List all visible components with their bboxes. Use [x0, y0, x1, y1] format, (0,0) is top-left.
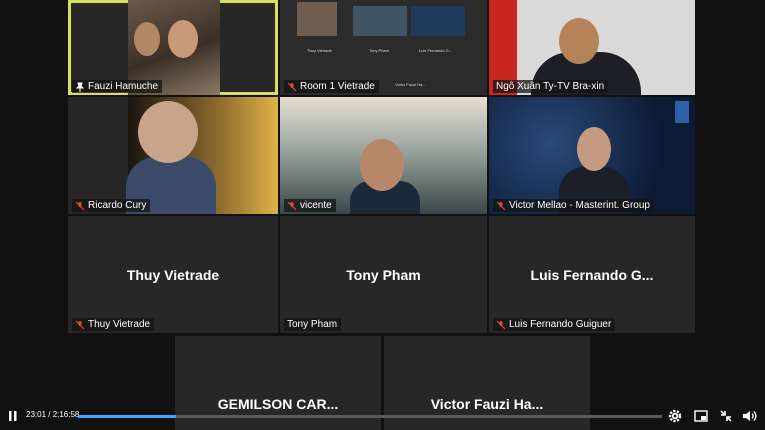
video-tile-room-1-vietrade[interactable]: Thuy Vietrade Tony Pham Luis Fernando G.… [280, 0, 487, 95]
muted-mic-icon [496, 320, 506, 329]
participant-name-tag: Thuy Vietrade [72, 318, 155, 331]
video-tile-vicente[interactable]: vicente [280, 97, 487, 214]
progress-fill [78, 415, 177, 418]
muted-mic-icon [496, 201, 506, 210]
pin-icon [75, 82, 85, 92]
participant-display-name: Thuy Vietrade [126, 266, 220, 283]
room-thumb [353, 6, 407, 36]
video-tile-luis-fernando[interactable]: Luis Fernando G... Luis Fernando Guiguer [489, 216, 695, 333]
room-thumb-label: Luis Fernando G... [419, 48, 453, 53]
participant-face [360, 139, 404, 191]
participant-face [134, 22, 160, 56]
video-player-controls: 23:01 / 2:16:58 [0, 402, 765, 430]
participant-face [138, 101, 198, 163]
pause-icon[interactable] [7, 409, 19, 423]
participant-face [559, 18, 599, 64]
picture-in-picture-icon[interactable] [693, 408, 709, 424]
room-thumb-label: Victor Fauzi Ha... [395, 82, 426, 87]
video-tile-ngo-xuan-ty[interactable]: Ngô Xuân Ty-TV Bra-xin [489, 0, 695, 95]
room-grid: Thuy Vietrade Tony Pham Luis Fernando G.… [297, 2, 469, 66]
video-tile-victor-mellao[interactable]: Victor Mellao - Masterint. Group [489, 97, 695, 214]
company-logo [675, 101, 689, 123]
room-thumb-label: Thuy Vietrade [307, 48, 332, 53]
muted-mic-icon [287, 201, 297, 210]
participant-name-tag: Ngô Xuân Ty-TV Bra-xin [493, 80, 609, 93]
settings-gear-icon[interactable] [667, 408, 683, 424]
participant-name: vicente [300, 200, 332, 211]
participant-name: Tony Pham [287, 319, 338, 330]
participant-name: Victor Mellao - Masterint. Group [509, 200, 650, 211]
participant-name: Luis Fernando Guiguer [509, 319, 612, 330]
participant-name-tag: Luis Fernando Guiguer [493, 318, 616, 331]
video-tile-thuy-vietrade[interactable]: Thuy Vietrade Thuy Vietrade [68, 216, 278, 333]
room-thumb [297, 2, 337, 36]
participant-name-tag: vicente [284, 199, 336, 212]
participant-name: Thuy Vietrade [88, 319, 151, 330]
participant-name: Ngô Xuân Ty-TV Bra-xin [496, 81, 605, 92]
muted-mic-icon [75, 201, 85, 210]
participant-name-tag: Room 1 Vietrade [284, 80, 379, 93]
participant-name-tag: Ricardo Cury [72, 199, 151, 212]
participant-name-tag: Tony Pham [284, 318, 342, 331]
muted-mic-icon [287, 82, 297, 91]
volume-icon[interactable] [741, 408, 757, 424]
progress-bar[interactable] [78, 415, 662, 418]
room-thumb [411, 6, 465, 36]
participant-name-tag: Victor Mellao - Masterint. Group [493, 199, 654, 212]
room-thumb-label: Tony Pham [369, 48, 390, 53]
muted-mic-icon [75, 320, 85, 329]
fullscreen-exit-icon[interactable] [718, 408, 734, 424]
time-display: 23:01 / 2:16:58 [26, 410, 80, 419]
participant-name: Ricardo Cury [88, 200, 147, 211]
participant-name: Fauzi Hamuche [88, 81, 159, 92]
participant-face [577, 127, 611, 171]
participant-display-name: Tony Pham [346, 266, 421, 283]
video-tile-fauzi-hamuche[interactable]: Fauzi Hamuche [68, 0, 278, 95]
participant-name-tag: Fauzi Hamuche [72, 80, 163, 93]
video-tile-tony-pham[interactable]: Tony Pham Tony Pham [280, 216, 487, 333]
video-tile-ricardo-cury[interactable]: Ricardo Cury [68, 97, 278, 214]
participant-face [168, 20, 198, 58]
participant-name: Room 1 Vietrade [300, 81, 375, 92]
participant-display-name: Luis Fernando G... [530, 266, 654, 283]
